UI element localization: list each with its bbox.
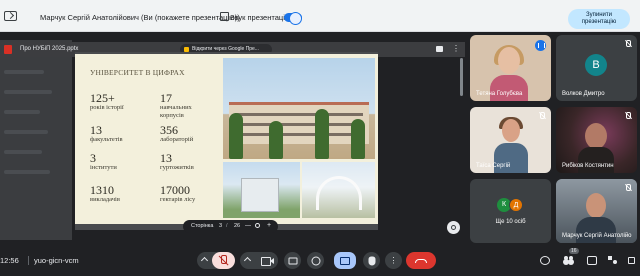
campus-photo-right <box>302 162 375 218</box>
present-button[interactable] <box>334 252 356 269</box>
mic-off-icon <box>538 112 546 120</box>
slide: УНІВЕРСИТЕТ В ЦИФРАХ 125+ років історії 1… <box>75 54 378 224</box>
presenting-text: Марчук Сергій Анатолійович (Ви (покажете… <box>40 13 240 22</box>
stat-faculties: 13 факультетів <box>90 123 123 143</box>
mic-off-icon <box>624 112 632 120</box>
file-name: Про НУБіП 2025.pptx <box>20 46 79 52</box>
raise-hand-icon <box>368 256 375 265</box>
page-navigator: Сторінка 3 / 26 — + <box>183 220 278 233</box>
viewer-fab-icon[interactable] <box>447 221 460 234</box>
present-icon <box>340 256 350 265</box>
stat-forest: 17000 гектарів лісу <box>160 183 196 203</box>
chevron-up-icon[interactable] <box>243 256 252 265</box>
participant-tile-3[interactable]: Таїса Сергій <box>470 107 551 173</box>
avatar: В <box>585 54 607 76</box>
more-vert-icon: ⋮ <box>389 255 398 265</box>
mic-control[interactable] <box>197 252 235 269</box>
participant-name: Тетяна Голубєва <box>476 91 523 97</box>
page-label: Сторінка <box>191 223 214 229</box>
print-icon[interactable] <box>436 46 443 52</box>
zoom-out-button[interactable]: — <box>245 223 251 229</box>
audio-icon <box>220 12 229 21</box>
participant-tile-4[interactable]: Рибіков Костянтин <box>556 107 637 173</box>
present-screen-icon <box>4 11 17 21</box>
mic-off-icon <box>624 40 632 48</box>
stop-presenting-label: Зупинити презентацію <box>581 12 617 25</box>
participant-tile-1[interactable]: Тетяна Голубєва <box>470 35 551 101</box>
emoji-button[interactable] <box>307 252 324 269</box>
raise-hand-button[interactable] <box>363 252 380 269</box>
others-count: Ще 10 осіб <box>495 219 526 225</box>
more-vert-icon[interactable]: ⋮ <box>452 45 460 53</box>
participant-name: Волков Дмитро <box>562 91 605 97</box>
stat-dorms: 13 гуртожитків <box>160 151 194 171</box>
stat-labs: 356 лабораторій <box>160 123 194 143</box>
page-number-input[interactable]: 3 <box>219 223 222 229</box>
presentation-audio-toggle[interactable] <box>284 12 302 25</box>
emoji-icon <box>311 256 320 265</box>
more-options-button[interactable]: ⋮ <box>385 252 402 269</box>
avatar: Д <box>509 198 523 212</box>
captions-button[interactable] <box>284 252 301 269</box>
chat-icon[interactable] <box>587 256 597 265</box>
stat-years: 125+ років історії <box>90 91 124 111</box>
left-panel-dimmed <box>0 40 72 240</box>
info-icon[interactable] <box>540 256 550 265</box>
camera-icon[interactable] <box>255 252 278 269</box>
slide-title: УНІВЕРСИТЕТ В ЦИФРАХ <box>90 68 185 77</box>
presenting-bar: Марчук Сергій Анатолійович (Ви (покажете… <box>0 4 640 32</box>
page-total: 26 <box>234 223 241 229</box>
presentation-audio-label: Звук презентації <box>230 13 287 22</box>
zoom-icon[interactable] <box>255 223 260 228</box>
stat-teachers: 1310 викладачів <box>90 183 120 203</box>
call-end-icon <box>415 258 427 263</box>
stop-presenting-button[interactable]: Зупинити презентацію <box>568 9 630 29</box>
viewer-scrollbar[interactable] <box>460 58 463 96</box>
stat-institutes: 3 інститути <box>90 151 117 171</box>
participant-name: Рибіков Костянтин <box>562 163 614 169</box>
speaking-indicator-icon <box>535 40 546 51</box>
mic-off-icon[interactable] <box>212 252 235 269</box>
leave-call-button[interactable] <box>406 252 436 269</box>
participant-tile-2[interactable]: В Волков Дмитро <box>556 35 637 101</box>
participant-count-badge: 16 <box>569 248 579 254</box>
camera-control[interactable] <box>240 252 278 269</box>
participant-tile-self[interactable]: Марчук Сергій Анатолійо <box>556 179 637 243</box>
campus-photo-left <box>223 162 300 218</box>
chevron-up-icon[interactable] <box>200 256 209 265</box>
bottom-bar: 12:56 yuo-gicn-vcm ⋮ <box>0 246 640 276</box>
host-controls-icon[interactable] <box>628 257 635 264</box>
clock: 12:56 <box>0 256 19 265</box>
meeting-code: yuo-gicn-vcm <box>34 256 79 265</box>
zoom-in-button[interactable]: + <box>267 222 271 229</box>
participant-name: Таїса Сергій <box>476 163 511 169</box>
divider <box>28 256 29 265</box>
mic-off-icon <box>624 184 632 192</box>
stat-buildings: 17 навчальних корпусів <box>160 91 192 119</box>
activities-icon[interactable] <box>608 256 618 265</box>
main-building-photo <box>223 58 375 159</box>
page-separator: / <box>226 223 228 229</box>
participant-name: Марчук Сергій Анатолійо <box>562 233 632 239</box>
captions-icon <box>288 257 297 264</box>
participant-tile-others[interactable]: К Д Ще 10 осіб <box>470 179 551 243</box>
people-icon[interactable] <box>564 256 574 265</box>
pptx-file-icon <box>4 45 12 54</box>
